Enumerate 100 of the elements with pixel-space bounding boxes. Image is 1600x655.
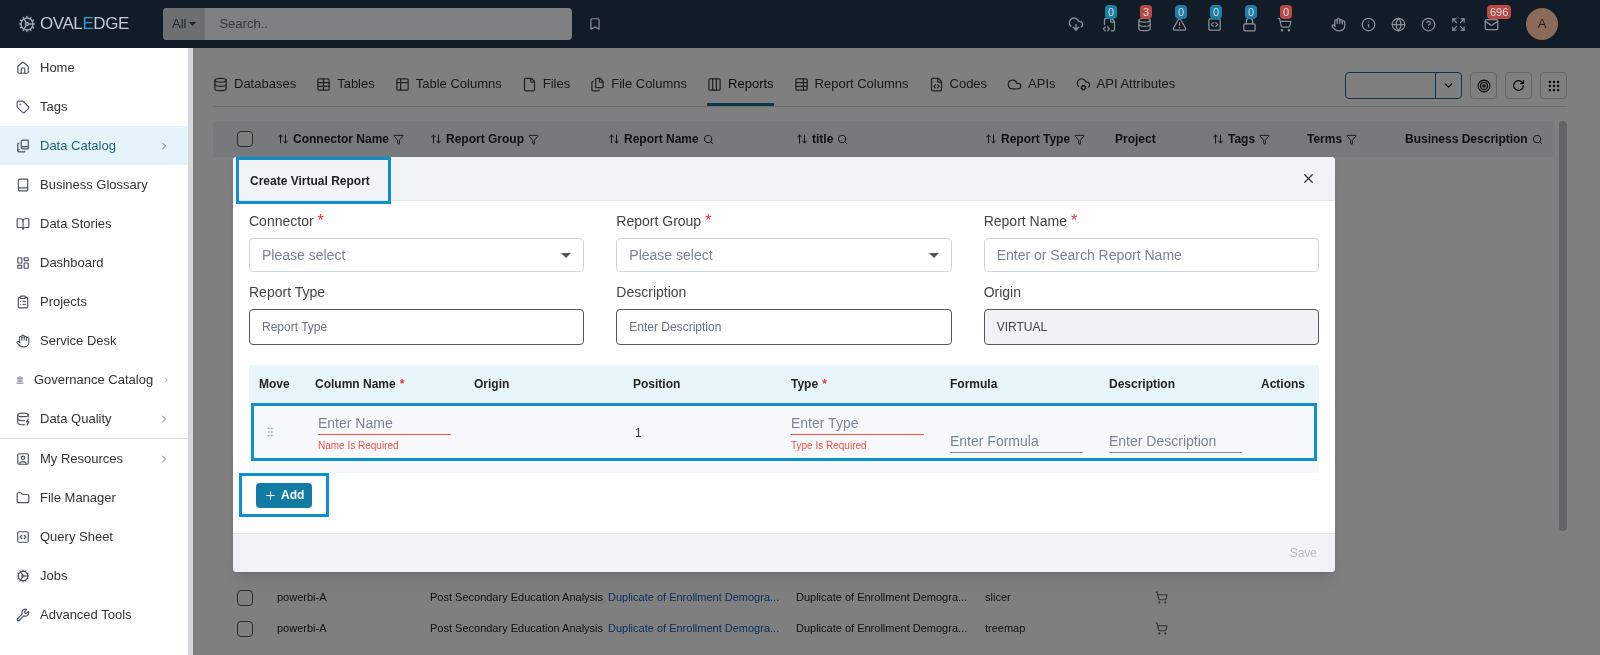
sort-icon[interactable] bbox=[796, 133, 808, 145]
hand-icon[interactable] bbox=[1331, 16, 1346, 32]
filter-icon[interactable] bbox=[1346, 133, 1358, 145]
warning-icon[interactable] bbox=[1171, 16, 1187, 32]
files-icon bbox=[590, 76, 606, 92]
input-field[interactable]: Enter Formula bbox=[950, 429, 1083, 453]
cart-icon[interactable] bbox=[1276, 16, 1292, 32]
mail-icon[interactable] bbox=[1483, 16, 1499, 32]
code-file-icon[interactable] bbox=[1101, 16, 1117, 32]
wrench-icon bbox=[16, 607, 30, 622]
bookmark-icon[interactable] bbox=[588, 17, 602, 31]
sidebar-item[interactable]: Tags bbox=[0, 87, 188, 126]
plus-icon bbox=[264, 488, 277, 502]
tab[interactable]: APIs bbox=[1007, 65, 1056, 106]
sidebar-item[interactable]: Data Catalog bbox=[0, 126, 188, 165]
position-value: 1 bbox=[635, 426, 642, 440]
count-badge: 0 bbox=[1280, 5, 1293, 19]
checkbox[interactable] bbox=[237, 131, 253, 147]
database-icon bbox=[213, 76, 228, 92]
tab[interactable]: Report Columns bbox=[793, 65, 909, 106]
sidebar-item[interactable]: Home bbox=[0, 48, 188, 87]
tab[interactable]: File Columns bbox=[590, 65, 688, 106]
column-header: Business Description bbox=[1405, 131, 1528, 148]
globe-icon[interactable] bbox=[1391, 16, 1406, 32]
sidebar-item[interactable]: Query Sheet bbox=[0, 517, 188, 556]
select-field[interactable] bbox=[1345, 72, 1462, 99]
hand-icon bbox=[16, 333, 30, 348]
sidebar-item[interactable]: Projects bbox=[0, 282, 188, 321]
input-field[interactable]: Enter Description bbox=[616, 309, 952, 345]
cart-icon[interactable] bbox=[1155, 591, 1168, 604]
tab[interactable]: Reports bbox=[707, 65, 774, 106]
input-field[interactable]: Enter Type bbox=[791, 411, 924, 435]
filter-icon[interactable] bbox=[393, 133, 405, 145]
tab[interactable]: Files bbox=[521, 65, 571, 106]
code-icon[interactable] bbox=[1206, 16, 1222, 32]
count-badge: 3 bbox=[1140, 5, 1153, 19]
dropdown-caret-icon bbox=[561, 252, 572, 258]
filter-icon[interactable] bbox=[528, 133, 539, 145]
checkbox[interactable] bbox=[237, 620, 253, 637]
sort-icon[interactable] bbox=[277, 133, 289, 145]
sidebar-item[interactable]: My Resources bbox=[0, 439, 188, 478]
column-header: Report Type bbox=[1001, 131, 1071, 148]
close-icon[interactable] bbox=[1301, 171, 1316, 186]
lock-icon[interactable] bbox=[1241, 16, 1257, 32]
refresh-button[interactable] bbox=[1505, 72, 1532, 99]
sidebar-item[interactable]: Jobs bbox=[0, 556, 188, 595]
expand-icon[interactable] bbox=[1451, 16, 1466, 32]
sidebar-item[interactable]: File Manager bbox=[0, 478, 188, 517]
grid-menu-button[interactable] bbox=[1540, 72, 1567, 99]
select-field[interactable]: Please select bbox=[249, 238, 585, 272]
column-header: Report Group bbox=[446, 131, 524, 148]
tab[interactable]: Tables bbox=[316, 65, 375, 106]
filter-icon[interactable] bbox=[1074, 133, 1086, 145]
tab[interactable]: Codes bbox=[928, 65, 988, 106]
tab[interactable]: API Attributes bbox=[1075, 65, 1176, 106]
sidebar-item[interactable]: Business Glossary bbox=[0, 165, 188, 204]
column-header: Position bbox=[633, 376, 681, 393]
scope-dropdown[interactable]: All bbox=[163, 8, 206, 40]
checkbox[interactable] bbox=[237, 589, 253, 606]
info-icon[interactable] bbox=[1361, 16, 1376, 32]
scrollbar[interactable] bbox=[1559, 121, 1567, 531]
sidebar-item[interactable]: Data Stories bbox=[0, 204, 188, 243]
sort-icon[interactable] bbox=[1212, 133, 1224, 145]
sidebar-item[interactable]: Advanced Tools bbox=[0, 595, 188, 634]
sort-icon[interactable] bbox=[985, 133, 997, 145]
search-icon[interactable] bbox=[837, 133, 849, 145]
search-icon[interactable] bbox=[702, 133, 714, 145]
cloud-download-icon[interactable] bbox=[1068, 16, 1084, 32]
tab[interactable]: Table Columns bbox=[394, 65, 502, 106]
search-field[interactable]: Search.. bbox=[205, 14, 572, 34]
input-field[interactable]: Enter Description bbox=[1109, 429, 1242, 453]
column-header: Report Name bbox=[624, 131, 699, 148]
tab[interactable]: Databases bbox=[213, 65, 297, 106]
cart-icon[interactable] bbox=[1155, 622, 1168, 635]
database-icon[interactable] bbox=[1136, 16, 1152, 32]
input-field[interactable]: Enter Name bbox=[318, 411, 451, 435]
field-label: Connector bbox=[249, 211, 314, 231]
add-button[interactable]: Add bbox=[256, 482, 313, 508]
table-cell: treemap bbox=[985, 622, 1026, 635]
select-field[interactable]: Please select bbox=[616, 238, 952, 272]
column-header: Tags bbox=[1228, 131, 1256, 148]
sidebar-item[interactable]: Governance Catalog bbox=[0, 360, 188, 399]
logo-icon bbox=[18, 15, 36, 33]
help-icon[interactable] bbox=[1421, 16, 1436, 32]
cloud-icon bbox=[1075, 76, 1091, 92]
drag-handle-icon[interactable] bbox=[264, 426, 276, 438]
report-link[interactable]: Duplicate of Enrollment Demogra... bbox=[608, 622, 780, 635]
sidebar-item[interactable]: Dashboard bbox=[0, 243, 188, 282]
input-field[interactable]: Report Type bbox=[249, 309, 585, 345]
sidebar-item[interactable]: Data Quality bbox=[0, 399, 188, 438]
sidebar-item[interactable]: Service Desk bbox=[0, 321, 188, 360]
sort-icon[interactable] bbox=[608, 133, 620, 145]
toolbar-button[interactable] bbox=[1470, 72, 1497, 99]
search-icon[interactable] bbox=[1531, 133, 1543, 145]
search-bar[interactable]: All Search.. bbox=[163, 8, 572, 40]
filter-icon[interactable] bbox=[1259, 133, 1271, 145]
sort-icon[interactable] bbox=[430, 133, 442, 145]
report-link[interactable]: Duplicate of Enrollment Demogra... bbox=[608, 591, 780, 604]
file-icon bbox=[521, 76, 537, 92]
avatar[interactable]: A bbox=[1526, 8, 1558, 40]
